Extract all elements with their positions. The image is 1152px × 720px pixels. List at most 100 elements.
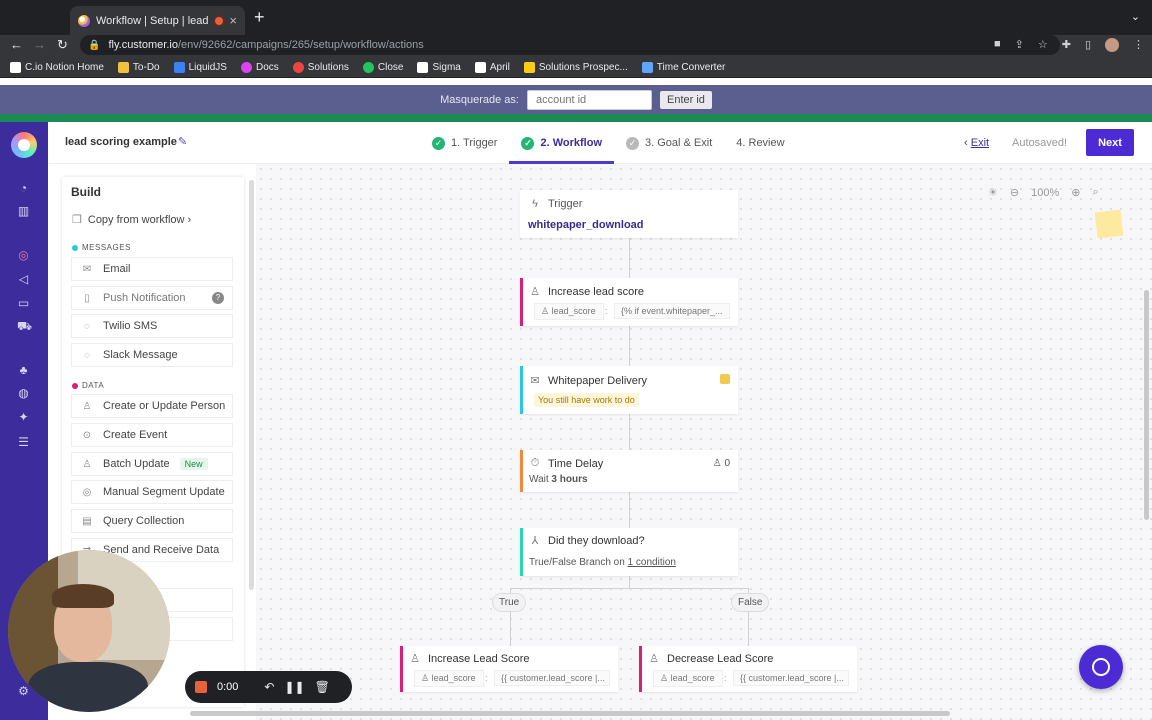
support-chat-button[interactable] — [1079, 645, 1123, 689]
step-goal-exit[interactable]: ✓ 3. Goal & Exit — [614, 122, 724, 164]
sticky-note-icon[interactable] — [1094, 209, 1124, 239]
enter-id-button[interactable]: Enter id — [659, 90, 712, 109]
bookmark[interactable]: April — [474, 61, 510, 73]
build-item-query-collection[interactable]: ▤ Query Collection — [71, 509, 233, 533]
canvas-vertical-scrollbar[interactable] — [1144, 290, 1149, 520]
build-item-sms[interactable]: ◌ Twilio SMS — [71, 314, 233, 338]
build-item-create-person[interactable]: ♙ Create or Update Person — [71, 394, 233, 418]
next-button[interactable]: Next — [1086, 129, 1134, 156]
dashboard-icon[interactable]: ◔ — [17, 182, 30, 195]
bookmark[interactable]: LiquidJS — [173, 61, 227, 73]
new-tab-button[interactable]: + — [254, 8, 265, 26]
lightbulb-icon[interactable]: ☀ — [988, 186, 998, 199]
share-icon[interactable]: ⇪ — [1015, 38, 1024, 52]
reload-icon[interactable]: ↻ — [57, 37, 68, 53]
build-item-push[interactable]: ▯ Push Notification? — [71, 286, 233, 310]
true-branch-label: True — [492, 593, 527, 612]
copy-from-workflow-link[interactable]: ❐ Copy from workflow › — [72, 213, 191, 226]
camera-icon[interactable]: ■ — [994, 38, 1001, 52]
node-color-bar — [639, 646, 642, 692]
attribute-pill: ♙ lead_score — [534, 303, 604, 320]
messages-icon[interactable]: ▭ — [17, 297, 30, 310]
bookmark[interactable]: Sigma — [417, 61, 461, 73]
browser-toolbar: ← → ↻ 🔒 fly.customer.io /env/92662/campa… — [0, 35, 1152, 57]
back-icon[interactable]: ← — [10, 37, 23, 52]
help-icon[interactable]: ? — [212, 292, 224, 304]
bookmark-icon — [240, 61, 252, 73]
tab-close-icon[interactable]: × — [229, 13, 237, 28]
pause-icon[interactable]: ❚❚ — [284, 680, 304, 694]
recording-controls: 0:00 ↶ ❚❚ 🗑 — [185, 671, 352, 703]
node-title: Increase lead score — [548, 285, 644, 298]
zoom-in-icon[interactable]: ⊕ — [1071, 186, 1080, 199]
segments-icon[interactable]: ◍ — [17, 387, 30, 400]
exit-link[interactable]: ‹ Exit — [964, 137, 989, 149]
step-review[interactable]: 4. Review — [724, 122, 796, 164]
build-item-label: Twilio SMS — [103, 320, 158, 332]
attribute-pill: ♙ lead_score — [414, 670, 484, 687]
extensions-icon[interactable]: ✚ — [1062, 38, 1071, 52]
bookmark[interactable]: Solutions Prospec... — [523, 61, 628, 73]
increase-lead-score-node[interactable]: ♙ Increase Lead Score ♙ lead_score : {{ … — [400, 646, 618, 692]
person-update-icon: ♙ — [649, 653, 659, 665]
activity-icon[interactable]: ✦ — [17, 411, 30, 424]
profile-avatar[interactable] — [1105, 38, 1119, 52]
decrease-lead-score-node[interactable]: ♙ Decrease Lead Score ♙ lead_score : {{ … — [639, 646, 857, 692]
build-item-slack[interactable]: ◌ Slack Message — [71, 343, 233, 367]
time-delay-node[interactable]: ⏱ Time Delay ♙ 0 Wait 3 hours — [520, 450, 738, 492]
increase-lead-score-node[interactable]: ♙ Increase lead score ♙ lead_score : {% … — [520, 278, 738, 326]
connector — [629, 492, 630, 528]
bookmark[interactable]: C.io Notion Home — [10, 61, 104, 73]
lock-icon: 🔒 — [88, 39, 101, 51]
bookmark-label: Close — [377, 61, 404, 73]
bookmark[interactable]: Docs — [240, 61, 279, 73]
analytics-icon[interactable]: ▥ — [17, 205, 30, 218]
zoom-out-icon[interactable]: ⊖ — [1010, 186, 1019, 199]
zoom-fit-icon[interactable]: ⌕ — [1092, 186, 1098, 199]
bookmark-icon — [10, 61, 21, 73]
browser-tab[interactable]: Workflow | Setup | lead sco × — [70, 6, 245, 35]
sidebar-icon[interactable]: ▯ — [1085, 38, 1091, 52]
step-workflow[interactable]: ✓ 2. Workflow — [509, 122, 614, 164]
bookmark-icon — [117, 61, 129, 73]
menu-icon[interactable]: ⋮ — [1133, 38, 1144, 52]
deliveries-icon[interactable]: ⛟ — [17, 320, 32, 333]
bookmark[interactable]: Time Converter — [641, 61, 725, 73]
bookmark[interactable]: Close — [362, 61, 404, 73]
build-item-segment-update[interactable]: ◎ Manual Segment Update — [71, 480, 233, 504]
whitepaper-delivery-node[interactable]: ✉ Whitepaper Delivery You still have wor… — [520, 366, 738, 414]
bookmark-label: Solutions — [307, 61, 349, 73]
address-bar[interactable]: 🔒 fly.customer.io /env/92662/campaigns/2… — [80, 35, 1060, 55]
true-false-branch-node[interactable]: ⅄ Did they download? True/False Branch o… — [520, 528, 738, 576]
build-item-email[interactable]: ✉ Email — [71, 257, 233, 281]
canvas-horizontal-scrollbar[interactable] — [190, 711, 950, 716]
bookmark[interactable]: To-Do — [117, 61, 160, 73]
build-item-create-event[interactable]: ⊙ Create Event — [71, 423, 233, 447]
data-icon[interactable]: ☰ — [17, 436, 30, 449]
warning-text: You still have work to do — [534, 393, 639, 407]
tab-search-icon[interactable]: ⌄ — [1131, 10, 1140, 23]
stop-recording-icon[interactable] — [195, 681, 207, 693]
star-icon[interactable]: ☆ — [1038, 38, 1048, 52]
build-scrollbar[interactable] — [249, 180, 254, 590]
forward-icon[interactable]: → — [33, 37, 46, 52]
bookmark-icon — [641, 61, 653, 73]
trigger-node[interactable]: ϟ Trigger whitepaper_download — [520, 190, 738, 238]
customerio-favicon-icon — [78, 14, 90, 27]
edit-pencil-icon[interactable]: ✎ — [178, 135, 187, 148]
campaigns-icon[interactable]: ◎ — [17, 249, 30, 262]
people-icon[interactable]: ♣ — [17, 364, 30, 377]
broadcasts-icon[interactable]: ◁ — [17, 273, 30, 286]
build-item-batch-update[interactable]: ♙ Batch Update New — [71, 452, 233, 476]
campaign-name: lead scoring example — [65, 136, 177, 148]
condition-link[interactable]: 1 condition — [628, 557, 676, 568]
undo-icon[interactable]: ↶ — [264, 680, 274, 694]
workflow-canvas[interactable] — [256, 164, 1152, 720]
account-id-input[interactable] — [526, 89, 652, 110]
step-trigger[interactable]: ✓ 1. Trigger — [420, 122, 509, 164]
bookmark[interactable]: Solutions — [292, 61, 349, 73]
trash-icon[interactable]: 🗑 — [315, 680, 330, 694]
build-item-label: Manual Segment Update — [103, 486, 225, 498]
customerio-logo[interactable] — [11, 132, 37, 158]
people-count: ♙ 0 — [713, 458, 730, 469]
